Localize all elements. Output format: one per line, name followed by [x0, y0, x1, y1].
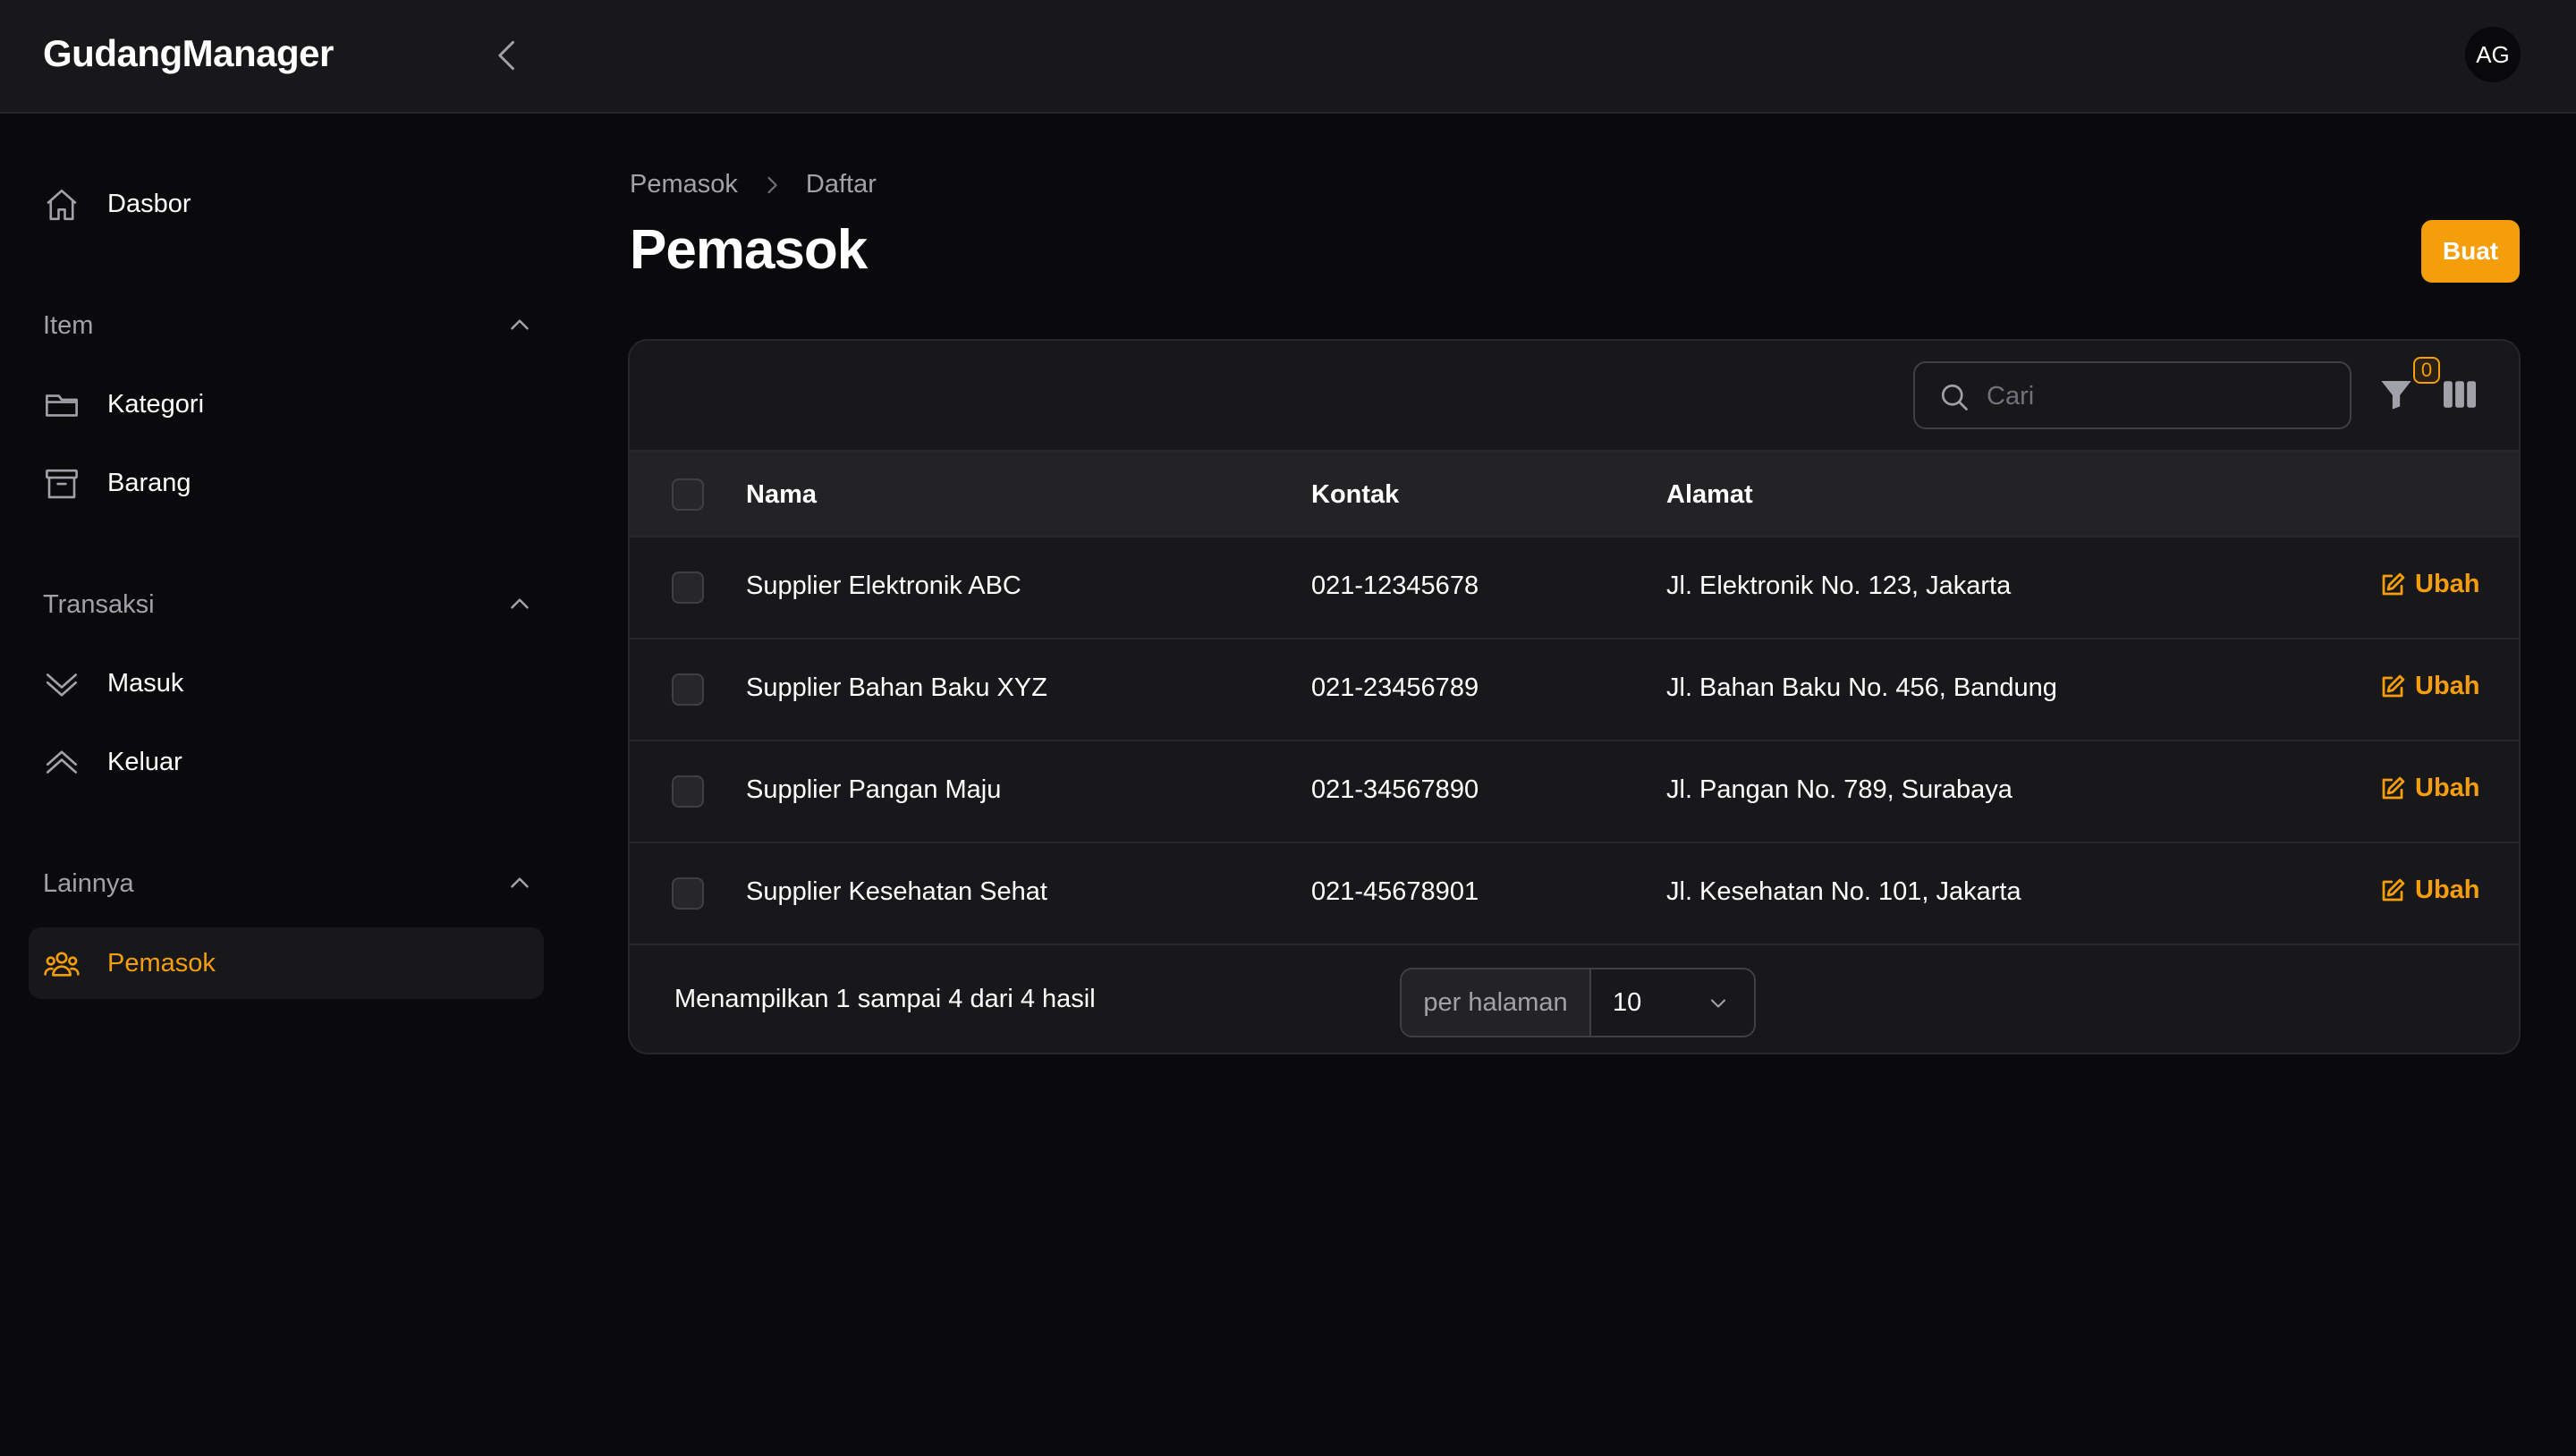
sidebar-item-label: Kategori — [107, 389, 205, 419]
edit-label: Ubah — [2415, 570, 2480, 598]
sidebar-item-keluar[interactable]: Keluar — [29, 726, 544, 798]
sidebar-item-pemasok[interactable]: Pemasok — [29, 927, 544, 999]
edit-button[interactable]: Ubah — [2379, 876, 2480, 905]
per-page-select[interactable]: per halaman 10 — [1400, 968, 1756, 1037]
edit-button[interactable]: Ubah — [2379, 570, 2480, 599]
group-label: Item — [43, 311, 94, 340]
table-row[interactable]: Supplier Pangan Maju 021-34567890 Jl. Pa… — [630, 741, 2519, 843]
chevron-double-down-icon — [43, 665, 80, 703]
sidebar-group-lainnya[interactable]: Lainnya — [43, 862, 535, 907]
cell-name: Supplier Bahan Baku XYZ — [746, 673, 1047, 702]
chevron-down-icon — [1706, 991, 1731, 1016]
table-footer: Menampilkan 1 sampai 4 dari 4 hasil per … — [630, 947, 2519, 1053]
users-group-icon — [43, 945, 80, 983]
cell-address: Jl. Bahan Baku No. 456, Bandung — [1666, 673, 2057, 702]
row-checkbox[interactable] — [672, 571, 704, 604]
table-header: Nama Kontak Alamat — [630, 450, 2519, 538]
collapse-sidebar-icon[interactable] — [488, 36, 528, 75]
home-icon — [43, 186, 80, 224]
breadcrumb: Pemasok Daftar — [630, 170, 877, 199]
row-checkbox[interactable] — [672, 673, 704, 706]
per-page-selected: 10 — [1613, 987, 1642, 1017]
top-bar: GudangManager AG — [0, 0, 2576, 114]
sidebar-group-transaksi[interactable]: Transaksi — [43, 583, 535, 628]
group-label: Transaksi — [43, 590, 155, 619]
cell-contact: 021-23456789 — [1311, 673, 1479, 702]
breadcrumb-item-daftar: Daftar — [805, 170, 877, 199]
search-icon — [1938, 381, 1970, 413]
pencil-square-icon — [2379, 673, 2406, 700]
cell-contact: 021-12345678 — [1311, 571, 1479, 600]
column-header-kontak[interactable]: Kontak — [1311, 480, 1399, 510]
search-input[interactable] — [1987, 374, 2335, 419]
cell-address: Jl. Kesehatan No. 101, Jakarta — [1666, 877, 2021, 906]
table-row[interactable]: Supplier Elektronik ABC 021-12345678 Jl.… — [630, 538, 2519, 639]
suppliers-table-card: 0 Nama Kontak Alamat Supplier Elektronik… — [628, 339, 2521, 1054]
pagination-summary: Menampilkan 1 sampai 4 dari 4 hasil — [674, 985, 1096, 1013]
cell-address: Jl. Elektronik No. 123, Jakarta — [1666, 571, 2012, 600]
page-title: Pemasok — [630, 219, 868, 281]
cell-contact: 021-34567890 — [1311, 775, 1479, 804]
edit-label: Ubah — [2415, 774, 2480, 802]
cell-contact: 021-45678901 — [1311, 877, 1479, 906]
cell-name: Supplier Pangan Maju — [746, 775, 1002, 804]
edit-label: Ubah — [2415, 672, 2480, 700]
search-box[interactable] — [1913, 361, 2351, 429]
filter-count-badge: 0 — [2413, 357, 2440, 384]
create-button[interactable]: Buat — [2421, 220, 2520, 283]
sidebar-item-label: Keluar — [107, 747, 182, 776]
sidebar-group-item[interactable]: Item — [43, 304, 535, 349]
sidebar-item-barang[interactable]: Barang — [29, 447, 544, 519]
table-row[interactable]: Supplier Bahan Baku XYZ 021-23456789 Jl.… — [630, 639, 2519, 741]
pencil-square-icon — [2379, 571, 2406, 598]
sidebar-item-label: Barang — [107, 468, 191, 497]
sidebar-item-label: Dasbor — [107, 189, 191, 218]
sidebar-item-kategori[interactable]: Kategori — [29, 368, 544, 440]
edit-button[interactable]: Ubah — [2379, 672, 2480, 701]
chevron-up-icon[interactable] — [504, 588, 535, 619]
breadcrumb-item-pemasok[interactable]: Pemasok — [630, 170, 738, 199]
per-page-value[interactable]: 10 — [1591, 969, 1754, 1036]
row-checkbox[interactable] — [672, 877, 704, 910]
column-header-nama[interactable]: Nama — [746, 480, 817, 510]
pencil-square-icon — [2379, 877, 2406, 904]
chevron-right-icon — [759, 173, 784, 198]
brand-logo[interactable]: GudangManager — [43, 32, 334, 75]
chevron-up-icon[interactable] — [504, 868, 535, 898]
select-all-checkbox[interactable] — [672, 478, 704, 511]
table-row[interactable]: Supplier Kesehatan Sehat 021-45678901 Jl… — [630, 843, 2519, 945]
sidebar: Dasbor Item Kategori Barang Transaksi Ma… — [0, 114, 572, 1456]
row-checkbox[interactable] — [672, 775, 704, 808]
sidebar-item-masuk[interactable]: Masuk — [29, 648, 544, 719]
group-label: Lainnya — [43, 869, 134, 898]
sidebar-item-label: Pemasok — [107, 948, 216, 978]
edit-button[interactable]: Ubah — [2379, 774, 2480, 803]
archive-box-icon — [43, 465, 80, 503]
columns-icon[interactable] — [2442, 378, 2478, 411]
chevron-up-icon[interactable] — [504, 309, 535, 340]
cell-name: Supplier Kesehatan Sehat — [746, 877, 1047, 906]
chevron-double-up-icon — [43, 744, 80, 782]
edit-label: Ubah — [2415, 876, 2480, 904]
pencil-square-icon — [2379, 775, 2406, 802]
cell-name: Supplier Elektronik ABC — [746, 571, 1021, 600]
filter-icon[interactable] — [2378, 377, 2414, 412]
column-header-alamat[interactable]: Alamat — [1666, 480, 1753, 510]
cell-address: Jl. Pangan No. 789, Surabaya — [1666, 775, 2012, 804]
sidebar-item-label: Masuk — [107, 668, 184, 698]
per-page-label: per halaman — [1402, 969, 1591, 1036]
folder-icon — [43, 386, 80, 424]
user-avatar[interactable]: AG — [2465, 27, 2521, 82]
sidebar-item-dashboard[interactable]: Dasbor — [29, 168, 544, 240]
